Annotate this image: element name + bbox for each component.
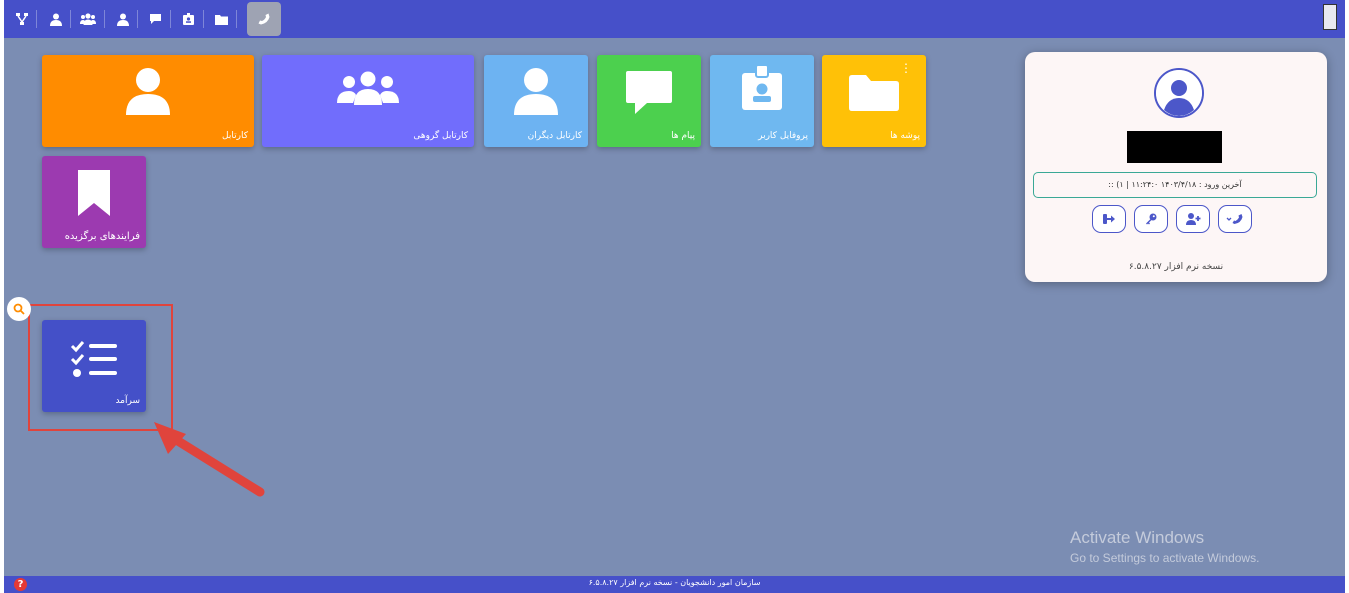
- tile-label: پیام ها: [671, 131, 695, 141]
- id-badge-icon: [741, 64, 783, 115]
- comment-icon: [625, 69, 673, 119]
- phone-icon[interactable]: [247, 2, 281, 36]
- tile-cartable[interactable]: کارتابل: [42, 55, 254, 147]
- footer-text: سازمان امور دانشجویان - نسخه نرم افزار ۶…: [588, 578, 761, 587]
- users-icon[interactable]: [76, 6, 100, 32]
- sign-out-icon: [1103, 214, 1115, 224]
- top-toolbar: [4, 0, 1345, 38]
- activate-windows-subtitle: Go to Settings to activate Windows.: [1070, 551, 1260, 565]
- phone-dropdown-icon: [1226, 214, 1243, 224]
- software-version: نسخه نرم افزار ۶.۵.۸.۲۷: [1128, 262, 1224, 272]
- folder-icon: [849, 75, 899, 115]
- search-button[interactable]: [7, 297, 31, 321]
- key-icon: [1146, 213, 1157, 225]
- user-icon[interactable]: [44, 6, 68, 32]
- tile-label: کارتابل دیگران: [527, 131, 582, 141]
- user-plus-icon: [1185, 213, 1200, 225]
- add-user-button[interactable]: [1176, 205, 1210, 233]
- users-icon: [336, 71, 400, 109]
- tile-label: پوشه ها: [890, 131, 920, 141]
- user-icon[interactable]: [111, 6, 135, 32]
- logout-button[interactable]: [1092, 205, 1126, 233]
- highlight-box: [28, 304, 173, 431]
- redacted-username: [1127, 131, 1222, 163]
- comment-icon[interactable]: [143, 6, 167, 32]
- footer-bar: ? سازمان امور دانشجویان - نسخه نرم افزار…: [4, 576, 1345, 593]
- id-badge-icon[interactable]: [176, 6, 200, 32]
- change-password-button[interactable]: [1134, 205, 1168, 233]
- avatar: [1154, 68, 1204, 118]
- sitemap-icon[interactable]: [10, 6, 34, 32]
- search-icon: [13, 303, 25, 315]
- logo-icon: [1323, 4, 1337, 30]
- tile-label: پروفایل کاربر: [758, 131, 808, 141]
- tile-label: کارتابل: [222, 131, 248, 141]
- tile-label: فرایندهای برگزیده: [64, 231, 140, 242]
- tile-group-cartable[interactable]: کارتابل گروهی: [262, 55, 474, 147]
- annotation-arrow: [154, 422, 265, 497]
- tile-user-profile[interactable]: پروفایل کاربر: [710, 55, 814, 147]
- phone-dropdown-button[interactable]: [1218, 205, 1252, 233]
- tile-others-cartable[interactable]: کارتابل دیگران: [484, 55, 588, 147]
- bookmark-icon: [78, 170, 110, 220]
- tile-label: کارتابل گروهی: [413, 131, 468, 141]
- user-icon: [126, 67, 170, 119]
- tile-folders[interactable]: ⋮ پوشه ها: [822, 55, 926, 147]
- more-menu-icon[interactable]: ⋮: [900, 62, 912, 74]
- tile-favorite-processes[interactable]: فرایندهای برگزیده: [42, 156, 146, 248]
- activate-windows-title: Activate Windows: [1070, 528, 1205, 547]
- last-login-info: آخرین ورود : ۱۴۰۳/۴/۱۸ ۱۱:۲۴:۰ | ۱) ::: [1033, 172, 1317, 198]
- folder-icon[interactable]: [209, 6, 233, 32]
- user-icon: [514, 67, 558, 119]
- tile-messages[interactable]: پیام ها: [597, 55, 701, 147]
- profile-card: آخرین ورود : ۱۴۰۳/۴/۱۸ ۱۱:۲۴:۰ | ۱) :: ن…: [1025, 52, 1327, 282]
